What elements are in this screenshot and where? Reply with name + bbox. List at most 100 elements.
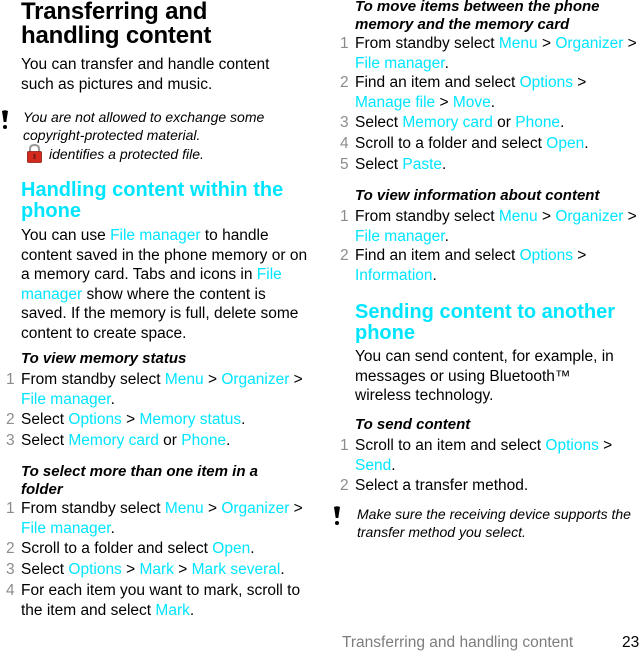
- text: .: [110, 390, 115, 408]
- procedure-title-move: To move items between the phone memory a…: [355, 0, 600, 33]
- text: >: [537, 35, 556, 52]
- step-item: 4 For each item you want to mark, scroll…: [6, 581, 311, 620]
- step-item: 3 Select Memory card or Phone.: [340, 113, 640, 133]
- step-number: 2: [6, 411, 15, 428]
- step-item: 1 From standby select Menu > Organizer >…: [6, 370, 311, 409]
- file-manager-link[interactable]: File manager: [21, 391, 111, 408]
- text: >: [572, 247, 587, 264]
- text: .: [584, 135, 589, 152]
- step-number: 3: [340, 114, 349, 131]
- text: You can use: [21, 227, 111, 244]
- file-manager-link[interactable]: File manager: [21, 520, 111, 537]
- step-number: 2: [6, 540, 15, 557]
- options-link[interactable]: Options: [68, 411, 121, 428]
- procedure-title-send: To send content: [355, 416, 471, 433]
- step-item: 2 Find an item and select Options > Mana…: [340, 73, 625, 112]
- file-manager-link[interactable]: File manager: [355, 228, 445, 245]
- mark-link[interactable]: Mark: [155, 602, 189, 619]
- options-link[interactable]: Options: [545, 437, 598, 454]
- text: From standby select: [355, 35, 499, 52]
- text: Select: [21, 411, 69, 428]
- step-number: 3: [6, 561, 15, 578]
- menu-link[interactable]: Menu: [499, 208, 538, 225]
- text: Select a transfer method.: [355, 477, 529, 494]
- menu-link[interactable]: Menu: [499, 35, 538, 52]
- text: >: [598, 437, 613, 454]
- text: Find an item and select: [355, 247, 520, 264]
- file-manager-link[interactable]: File manager: [355, 55, 445, 72]
- text: .: [226, 432, 231, 449]
- step-item: 2 Find an item and select Options > Info…: [340, 246, 625, 285]
- procedure-title-select-multiple: To select more than one item in a folder: [21, 463, 258, 498]
- move-link[interactable]: Move: [453, 94, 491, 111]
- text: From standby select: [21, 371, 165, 388]
- procedure-title-info: To view information about content: [355, 187, 600, 204]
- intro-paragraph: You can transfer and handle content such…: [21, 56, 270, 93]
- text: Scroll to a folder and select: [21, 540, 213, 557]
- memory-card-link[interactable]: Memory card: [68, 432, 158, 449]
- memory-card-link[interactable]: Memory card: [402, 114, 492, 131]
- text: Select: [355, 156, 403, 173]
- memory-status-link[interactable]: Memory status: [139, 411, 241, 428]
- text: >: [203, 500, 222, 517]
- step-item: 2 Select a transfer method.: [340, 476, 640, 496]
- organizer-link[interactable]: Organizer: [221, 500, 289, 517]
- menu-link[interactable]: Menu: [165, 500, 204, 517]
- step-item: 1 Scroll to an item and select Options >…: [340, 436, 625, 475]
- text: Scroll to an item and select: [355, 437, 546, 454]
- step-item: 3 Select Options > Mark > Mark several.: [6, 560, 311, 580]
- text: Find an item and select: [355, 74, 520, 91]
- text: or: [158, 432, 182, 449]
- organizer-link[interactable]: Organizer: [555, 208, 623, 225]
- text: >: [537, 208, 556, 225]
- text: >: [435, 93, 453, 111]
- options-link[interactable]: Options: [520, 74, 573, 91]
- text: .: [280, 561, 285, 578]
- text: .: [444, 227, 449, 245]
- text: >: [623, 208, 637, 225]
- text: .: [391, 456, 396, 474]
- step-number: 1: [340, 208, 349, 225]
- text: >: [173, 561, 192, 578]
- paste-link[interactable]: Paste: [402, 156, 442, 173]
- open-link[interactable]: Open: [212, 540, 250, 557]
- footer-section-title: Transferring and handling content: [342, 634, 574, 651]
- protected-file-text: identifies a protected file.: [49, 146, 204, 162]
- information-link[interactable]: Information: [355, 267, 433, 284]
- options-link[interactable]: Options: [68, 561, 121, 578]
- step-item: 5 Select Paste.: [340, 155, 640, 175]
- organizer-link[interactable]: Organizer: [555, 35, 623, 52]
- step-number: 1: [6, 371, 15, 388]
- copyright-note-line: identifies a protected file.: [26, 143, 286, 163]
- text: From standby select: [355, 208, 499, 225]
- text: Select: [21, 432, 69, 449]
- mark-link[interactable]: Mark: [139, 561, 173, 578]
- text: or: [492, 114, 516, 131]
- phone-link[interactable]: Phone: [181, 432, 226, 449]
- options-link[interactable]: Options: [520, 247, 573, 264]
- text: >: [121, 561, 140, 578]
- text: >: [623, 35, 637, 52]
- text: Scroll to a folder and select: [355, 135, 547, 152]
- manage-file-link[interactable]: Manage file: [355, 94, 435, 111]
- text: .: [110, 519, 115, 537]
- step-item: 4 Scroll to a folder and select Open.: [340, 134, 640, 154]
- text: >: [289, 371, 303, 388]
- step-item: 2 Select Options > Memory status.: [6, 410, 311, 430]
- step-number: 2: [340, 74, 349, 91]
- phone-link[interactable]: Phone: [515, 114, 560, 131]
- menu-link[interactable]: Menu: [165, 371, 204, 388]
- text: Select: [21, 561, 69, 578]
- organizer-link[interactable]: Organizer: [221, 371, 289, 388]
- text: .: [241, 411, 246, 428]
- text: .: [444, 54, 449, 72]
- text: .: [250, 540, 255, 557]
- open-link[interactable]: Open: [546, 135, 584, 152]
- text: .: [490, 93, 496, 111]
- mark-several-link[interactable]: Mark several: [192, 561, 281, 578]
- send-link[interactable]: Send: [355, 457, 391, 474]
- text: >: [121, 411, 140, 428]
- file-manager-link[interactable]: File manager: [110, 227, 200, 244]
- text: .: [189, 601, 195, 619]
- step-number: 1: [6, 500, 15, 517]
